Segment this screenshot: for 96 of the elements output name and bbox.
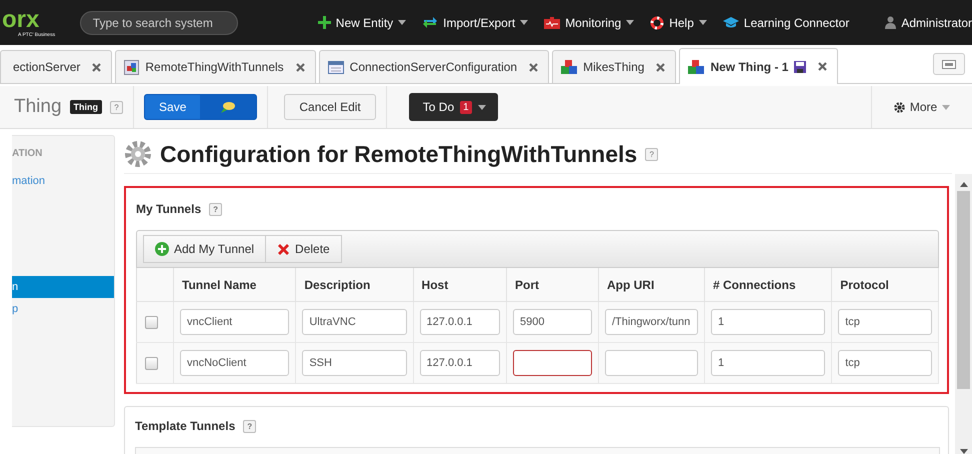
caret-icon bbox=[398, 20, 406, 25]
delete-icon bbox=[277, 242, 290, 256]
tab-label: ectionServer bbox=[13, 60, 80, 74]
tab-label: ConnectionServerConfiguration bbox=[350, 60, 518, 74]
tab[interactable]: RemoteThingWithTunnels bbox=[115, 50, 316, 83]
more-menu[interactable]: More bbox=[871, 86, 972, 128]
cell-input[interactable]: 1 bbox=[710, 350, 826, 376]
plus-icon bbox=[318, 16, 331, 29]
menu-label: Administrator bbox=[901, 16, 972, 30]
caret-icon bbox=[478, 104, 486, 110]
column-header: # Connections bbox=[704, 268, 832, 302]
tab[interactable]: ectionServer bbox=[0, 50, 112, 83]
page-title: Configuration for RemoteThingWithTunnels bbox=[160, 140, 638, 168]
cell-input[interactable]: 1 bbox=[710, 309, 826, 335]
close-icon[interactable] bbox=[296, 62, 305, 72]
section-title: Template Tunnels bbox=[135, 419, 236, 433]
close-icon[interactable] bbox=[92, 62, 102, 72]
menu-label: Monitoring bbox=[565, 16, 622, 30]
help-button[interactable]: ? bbox=[110, 100, 124, 114]
column-header: Host bbox=[413, 268, 507, 302]
blocks-icon bbox=[561, 59, 578, 75]
count-badge: 1 bbox=[460, 100, 472, 114]
menu-label: Learning Connector bbox=[744, 16, 850, 30]
column-header: Port bbox=[506, 268, 598, 302]
cell-input[interactable]: UltraVNC bbox=[302, 309, 407, 335]
entity-type: Thing bbox=[14, 96, 62, 118]
cell-input[interactable]: 127.0.0.1 bbox=[420, 350, 500, 376]
menu-item[interactable]: Import/Export bbox=[422, 16, 528, 30]
toolbar-button[interactable]: Add My Tunnel bbox=[143, 235, 266, 263]
monitor-icon bbox=[544, 16, 560, 28]
tab-label: New Thing - 1 bbox=[710, 60, 788, 74]
menu-item[interactable]: Monitoring bbox=[544, 16, 634, 30]
menu-item[interactable]: Administrator bbox=[885, 16, 972, 30]
menu-label: Help bbox=[669, 16, 694, 30]
row-checkbox[interactable] bbox=[145, 316, 158, 328]
menu-label: Import/Export bbox=[443, 16, 516, 30]
tab-label: RemoteThingWithTunnels bbox=[145, 60, 284, 74]
user-icon bbox=[885, 16, 896, 29]
graduation-cap-icon bbox=[722, 16, 739, 29]
sidebar-heading: ATION bbox=[12, 148, 44, 161]
toolbar-button[interactable]: Delete bbox=[266, 235, 342, 263]
section-title: My Tunnels bbox=[136, 202, 202, 216]
blocks-icon bbox=[688, 58, 704, 74]
scrollbar[interactable] bbox=[955, 174, 972, 454]
scroll-up-icon[interactable] bbox=[960, 182, 968, 187]
cell-input[interactable] bbox=[513, 350, 592, 376]
help-button[interactable]: ? bbox=[209, 202, 222, 216]
menu-item[interactable]: Learning Connector bbox=[722, 16, 850, 30]
thing-icon bbox=[124, 60, 140, 74]
tab[interactable]: ConnectionServerConfiguration bbox=[318, 50, 550, 83]
cell-input[interactable]: vncClient bbox=[180, 309, 290, 335]
cell-input[interactable]: tcp bbox=[838, 309, 932, 335]
tab-label: MikesThing bbox=[583, 60, 644, 74]
column-header: Tunnel Name bbox=[174, 268, 296, 302]
lifebuoy-icon bbox=[650, 16, 664, 30]
save-button[interactable]: Save bbox=[144, 94, 258, 120]
window-icon bbox=[328, 60, 344, 74]
cell-input[interactable]: vncNoClient bbox=[180, 350, 290, 376]
caret-icon bbox=[626, 20, 634, 25]
close-icon[interactable] bbox=[529, 62, 538, 72]
cell-input[interactable]: /Thingworx/tunn bbox=[604, 309, 698, 335]
comment-icon bbox=[221, 101, 236, 113]
logo: orx bbox=[2, 8, 40, 32]
close-icon[interactable] bbox=[656, 62, 666, 72]
scroll-down-icon[interactable] bbox=[960, 449, 968, 454]
type-badge: Thing bbox=[70, 100, 102, 114]
tab-list-button[interactable] bbox=[933, 53, 965, 75]
tab[interactable]: New Thing - 1 bbox=[679, 48, 838, 84]
menu-item[interactable]: New Entity bbox=[318, 16, 406, 30]
menu-label: New Entity bbox=[336, 16, 394, 30]
help-button[interactable]: ? bbox=[645, 148, 658, 160]
menu-item[interactable]: Help bbox=[650, 16, 707, 30]
caret-icon bbox=[698, 20, 707, 25]
close-icon[interactable] bbox=[818, 62, 828, 71]
column-header: Protocol bbox=[832, 268, 938, 302]
caret-icon bbox=[942, 104, 950, 110]
scrollbar-thumb[interactable] bbox=[957, 191, 970, 389]
sidebar-item[interactable]: n bbox=[12, 276, 114, 298]
column-header: App URI bbox=[598, 268, 704, 302]
gear-icon bbox=[124, 140, 152, 168]
todo-button[interactable]: To Do 1 bbox=[408, 93, 498, 121]
arrows-icon bbox=[422, 16, 438, 29]
cell-input[interactable]: tcp bbox=[838, 350, 932, 376]
cell-input[interactable]: 5900 bbox=[513, 309, 592, 335]
cancel-edit-button[interactable]: Cancel Edit bbox=[284, 94, 376, 120]
help-button[interactable]: ? bbox=[243, 420, 256, 432]
cell-input[interactable]: SSH bbox=[302, 350, 407, 376]
search-field[interactable]: Type to search system bbox=[80, 10, 238, 34]
gear-icon bbox=[894, 102, 905, 112]
column-header: Description bbox=[296, 268, 414, 302]
tabs-icon bbox=[942, 60, 956, 68]
cell-input[interactable]: 127.0.0.1 bbox=[420, 309, 500, 335]
add-icon bbox=[155, 242, 169, 256]
row-checkbox[interactable] bbox=[145, 356, 158, 370]
caret-icon bbox=[520, 20, 528, 25]
tab[interactable]: MikesThing bbox=[552, 50, 676, 83]
